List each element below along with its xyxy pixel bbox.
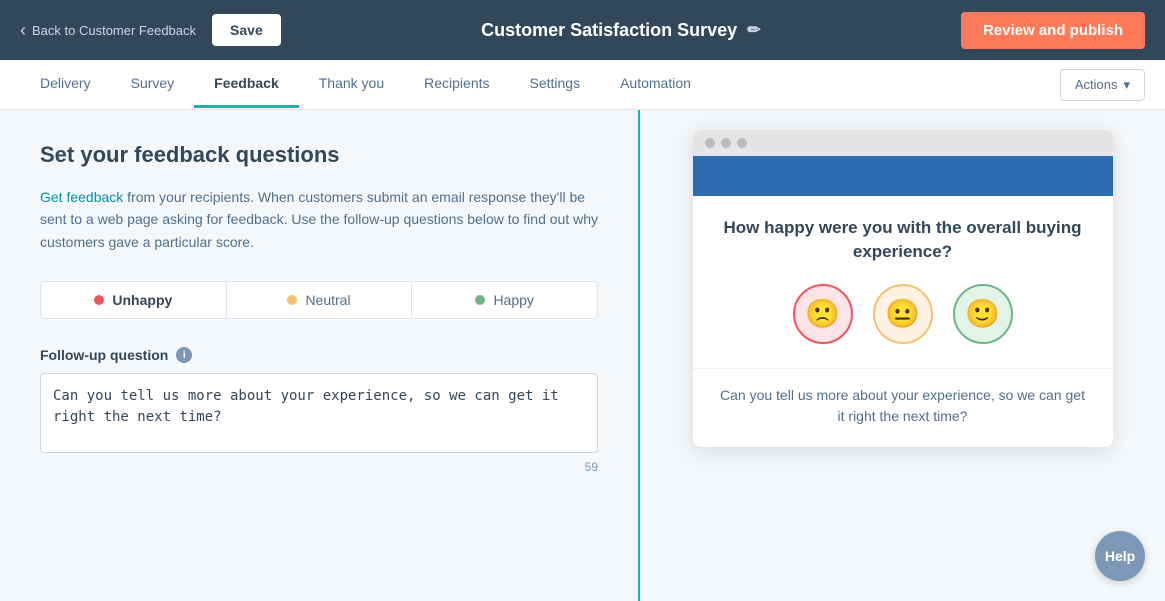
nav-tabs: Delivery Survey Feedback Thank you Recip… [20, 61, 1060, 108]
preview-header-bar [693, 156, 1113, 196]
back-arrow-icon: ‹ [20, 20, 26, 41]
survey-title: Customer Satisfaction Survey [481, 20, 737, 41]
panel-desc-text: from your recipients. When customers sub… [40, 189, 598, 250]
unhappy-dot [94, 295, 104, 305]
window-dot-3 [737, 138, 747, 148]
navigation: Delivery Survey Feedback Thank you Recip… [0, 60, 1165, 110]
tab-neutral[interactable]: Neutral [227, 282, 413, 318]
back-label: Back to Customer Feedback [32, 23, 196, 38]
tab-feedback[interactable]: Feedback [194, 61, 299, 108]
neutral-dot [287, 295, 297, 305]
preview-window: How happy were you with the overall buyi… [693, 130, 1113, 447]
unhappy-label: Unhappy [112, 292, 172, 308]
actions-label: Actions [1075, 77, 1118, 92]
tab-happy[interactable]: Happy [412, 282, 597, 318]
happy-dot [475, 295, 485, 305]
window-dot-1 [705, 138, 715, 148]
preview-faces: 🙁 😐 🙂 [717, 284, 1089, 344]
sad-emoji: 🙁 [805, 297, 840, 330]
panel-description: Get feedback from your recipients. When … [40, 186, 598, 253]
followup-label-row: Follow-up question i [40, 347, 598, 363]
feedback-tabs: Unhappy Neutral Happy [40, 281, 598, 319]
char-count: 59 [40, 460, 598, 474]
feedback-link[interactable]: Get feedback [40, 189, 123, 205]
happy-emoji: 🙂 [965, 297, 1000, 330]
tab-survey[interactable]: Survey [111, 61, 195, 108]
header-left: ‹ Back to Customer Feedback Save [20, 14, 281, 46]
neutral-label: Neutral [305, 292, 350, 308]
happy-label: Happy [493, 292, 533, 308]
header: ‹ Back to Customer Feedback Save Custome… [0, 0, 1165, 60]
followup-label-text: Follow-up question [40, 347, 168, 363]
back-to-feedback-link[interactable]: ‹ Back to Customer Feedback [20, 20, 196, 41]
right-panel: How happy were you with the overall buyi… [640, 110, 1165, 601]
preview-content: How happy were you with the overall buyi… [693, 196, 1113, 447]
review-publish-button[interactable]: Review and publish [961, 12, 1145, 49]
preview-followup-text: Can you tell us more about your experien… [717, 385, 1089, 427]
help-button[interactable]: Help [1095, 531, 1145, 581]
tab-thank-you[interactable]: Thank you [299, 61, 404, 108]
preview-titlebar [693, 130, 1113, 156]
face-happy[interactable]: 🙂 [953, 284, 1013, 344]
tab-recipients[interactable]: Recipients [404, 61, 509, 108]
tab-settings[interactable]: Settings [510, 61, 601, 108]
chevron-down-icon: ▾ [1123, 77, 1130, 93]
preview-question: How happy were you with the overall buyi… [717, 216, 1089, 264]
tab-automation[interactable]: Automation [600, 61, 711, 108]
info-icon[interactable]: i [176, 347, 192, 363]
followup-textarea[interactable]: Can you tell us more about your experien… [40, 373, 598, 453]
main-content: Set your feedback questions Get feedback… [0, 110, 1165, 601]
panel-title: Set your feedback questions [40, 142, 598, 168]
edit-pencil-icon[interactable]: ✏ [747, 20, 760, 40]
face-sad[interactable]: 🙁 [793, 284, 853, 344]
preview-divider [693, 368, 1113, 369]
left-panel: Set your feedback questions Get feedback… [0, 110, 640, 601]
save-button[interactable]: Save [212, 14, 281, 46]
neutral-emoji: 😐 [885, 297, 920, 330]
actions-button[interactable]: Actions ▾ [1060, 69, 1145, 101]
header-center: Customer Satisfaction Survey ✏ [481, 20, 760, 41]
face-neutral[interactable]: 😐 [873, 284, 933, 344]
window-dot-2 [721, 138, 731, 148]
tab-unhappy[interactable]: Unhappy [41, 282, 227, 318]
tab-delivery[interactable]: Delivery [20, 61, 111, 108]
